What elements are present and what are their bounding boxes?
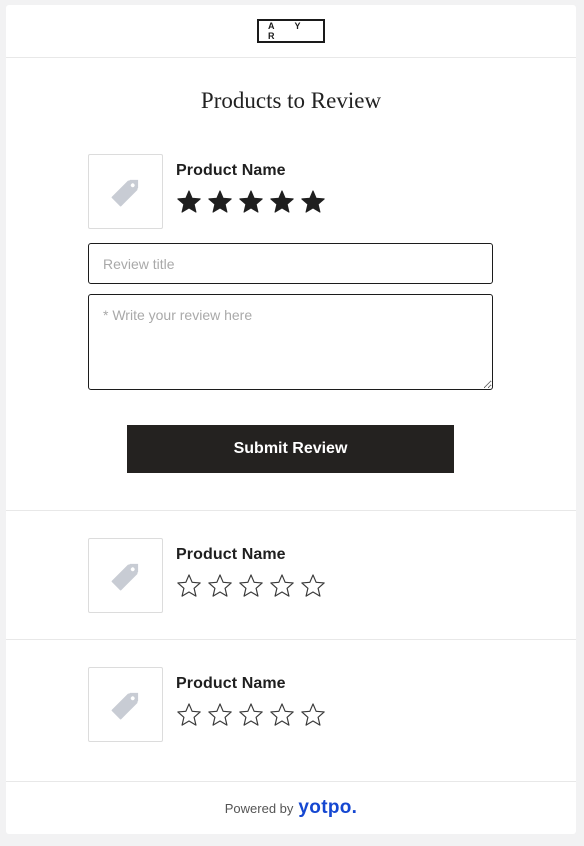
star-outline-icon[interactable] [176, 702, 202, 728]
product-name: Product Name [176, 675, 286, 692]
review-card: A Y R Products to Review Product Name Su… [6, 5, 576, 834]
review-title-input[interactable] [88, 243, 493, 284]
powered-by-label: Powered by [224, 800, 294, 816]
star-outline-icon[interactable] [300, 573, 326, 599]
footer: Powered by yotpo. [6, 781, 576, 834]
star-filled-icon[interactable] [300, 189, 326, 215]
brand-logo[interactable]: A Y R [257, 19, 325, 43]
star-outline-icon[interactable] [269, 702, 295, 728]
star-outline-icon[interactable] [207, 573, 233, 599]
product-item-1: Product Name Submit Review [6, 140, 576, 510]
price-tag-icon [107, 173, 145, 211]
price-tag-icon [107, 686, 145, 724]
submit-review-button[interactable]: Submit Review [127, 425, 454, 473]
star-outline-icon[interactable] [269, 573, 295, 599]
star-rating [176, 189, 326, 215]
product-thumbnail [88, 667, 163, 742]
yotpo-logo[interactable]: yotpo. [298, 797, 357, 819]
product-item-3: Product Name [6, 640, 576, 768]
product-thumbnail [88, 538, 163, 613]
star-filled-icon[interactable] [176, 189, 202, 215]
star-filled-icon[interactable] [238, 189, 264, 215]
product-name: Product Name [176, 162, 286, 179]
price-tag-icon [107, 557, 145, 595]
star-outline-icon[interactable] [207, 702, 233, 728]
product-item-2: Product Name [6, 511, 576, 639]
star-rating [176, 702, 326, 728]
star-rating [176, 573, 326, 599]
star-outline-icon[interactable] [238, 702, 264, 728]
star-outline-icon[interactable] [176, 573, 202, 599]
product-thumbnail [88, 154, 163, 229]
product-name: Product Name [176, 546, 286, 563]
header: A Y R [6, 5, 576, 58]
star-outline-icon[interactable] [238, 573, 264, 599]
star-filled-icon[interactable] [269, 189, 295, 215]
review-body-textarea[interactable] [88, 294, 493, 390]
star-outline-icon[interactable] [300, 702, 326, 728]
page-title: Products to Review [200, 88, 382, 113]
star-filled-icon[interactable] [207, 189, 233, 215]
